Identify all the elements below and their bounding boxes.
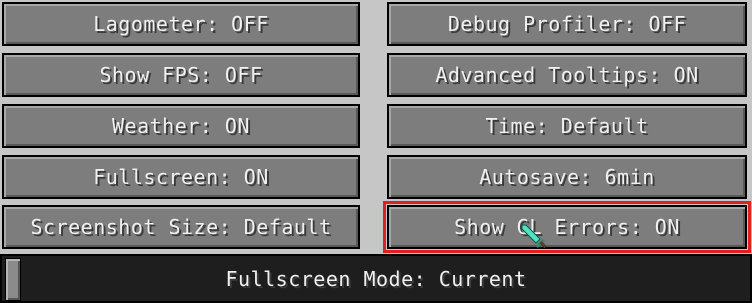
advanced-tooltips-button[interactable]: Advanced Tooltips: ON [387, 53, 747, 97]
weather-button[interactable]: Weather: ON [2, 104, 360, 148]
fullscreen-mode-label: Fullscreen Mode: Current [225, 266, 527, 291]
video-settings-screen: Lagometer: OFF Show FPS: OFF Weather: ON… [0, 0, 752, 303]
slider-handle[interactable] [5, 258, 21, 301]
show-fps-button[interactable]: Show FPS: OFF [2, 53, 360, 97]
time-button[interactable]: Time: Default [387, 104, 747, 148]
fullscreen-mode-slider[interactable]: Fullscreen Mode: Current [0, 254, 752, 303]
show-gl-errors-button[interactable]: Show GL Errors: ON [383, 201, 751, 253]
debug-profiler-button[interactable]: Debug Profiler: OFF [387, 2, 747, 46]
autosave-button[interactable]: Autosave: 6min [387, 155, 747, 199]
screenshot-size-button[interactable]: Screenshot Size: Default [2, 205, 360, 249]
lagometer-button[interactable]: Lagometer: OFF [2, 2, 360, 46]
fullscreen-button[interactable]: Fullscreen: ON [2, 155, 360, 199]
